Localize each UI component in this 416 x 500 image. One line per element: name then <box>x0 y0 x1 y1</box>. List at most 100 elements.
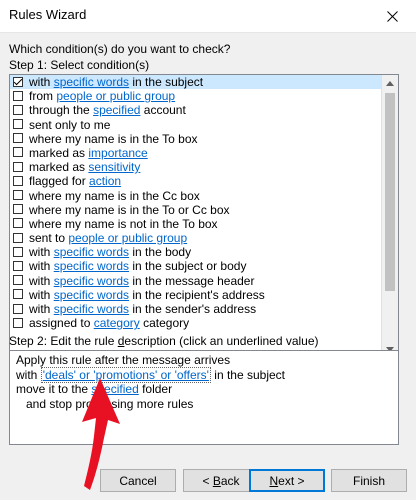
back-button[interactable]: < Back <box>183 469 259 492</box>
condition-link[interactable]: people or public group <box>68 231 187 245</box>
checkbox[interactable] <box>13 133 23 144</box>
step2-label-pre: Step 2: Edit the rule <box>9 334 118 348</box>
desc-line-1: Apply this rule after the message arrive… <box>16 353 231 367</box>
checkbox[interactable] <box>13 218 23 229</box>
conditions-scrollbar[interactable] <box>381 75 398 357</box>
condition-text: where my name is in the To or Cc box <box>29 202 230 217</box>
scroll-thumb[interactable] <box>385 93 395 291</box>
condition-link[interactable]: specific words <box>54 302 129 316</box>
condition-link[interactable]: sensitivity <box>88 160 140 174</box>
step1-label: Step 1: Select condition(s) <box>9 58 150 72</box>
condition-text: with <box>29 302 54 316</box>
button-row: Cancel < Back Next > Finish <box>0 469 416 495</box>
condition-link[interactable]: action <box>89 174 121 188</box>
checkbox[interactable] <box>13 190 23 200</box>
condition-text: in the subject <box>129 75 204 89</box>
step2-label-post: escription (click an underlined value) <box>124 334 319 348</box>
condition-item[interactable]: sent to people or public group <box>10 231 383 245</box>
condition-text: in the sender's address <box>129 302 257 316</box>
condition-text: with <box>29 75 54 89</box>
scroll-up-button[interactable] <box>382 75 398 91</box>
condition-link[interactable]: specified <box>93 103 140 117</box>
condition-text: assigned to <box>29 316 94 331</box>
close-button[interactable] <box>372 0 412 32</box>
desc-line-2-pre: with <box>16 367 41 382</box>
condition-text: through the <box>29 103 94 118</box>
checkbox[interactable] <box>13 104 23 115</box>
condition-link[interactable]: specific words <box>54 259 129 273</box>
condition-item[interactable]: marked as sensitivity <box>10 160 383 174</box>
chevron-up-icon <box>386 80 394 86</box>
condition-item[interactable]: where my name is in the Cc box <box>10 189 383 203</box>
condition-item[interactable]: where my name is in the To or Cc box <box>10 203 383 217</box>
checkbox[interactable] <box>13 161 23 172</box>
checkbox[interactable] <box>13 119 23 130</box>
conditions-list-items: with specific words in the subject from p… <box>10 75 383 330</box>
condition-link[interactable]: people or public group <box>56 89 175 103</box>
close-icon <box>386 10 398 22</box>
condition-text: marked as <box>29 145 89 160</box>
condition-text: marked as <box>29 160 89 175</box>
condition-text: category <box>139 316 190 331</box>
condition-item[interactable]: sent only to me <box>10 118 383 132</box>
back-chevron: < <box>202 473 213 488</box>
condition-item[interactable]: with specific words in the body <box>10 245 383 259</box>
condition-item[interactable]: from people or public group <box>10 89 383 103</box>
conditions-list[interactable]: with specific words in the subject from p… <box>9 74 399 358</box>
condition-text: account <box>140 103 186 118</box>
back-label: ack <box>220 473 240 488</box>
condition-item[interactable]: with specific words in the subject or bo… <box>10 259 383 273</box>
condition-item[interactable]: with specific words in the subject <box>10 75 383 90</box>
condition-link[interactable]: specific words <box>54 288 129 302</box>
checkbox[interactable] <box>13 204 23 215</box>
condition-item[interactable]: flagged for action <box>10 174 383 188</box>
condition-text: in the body <box>129 245 192 260</box>
condition-text: in the subject or body <box>129 259 247 274</box>
condition-text: in the recipient's address <box>129 287 265 302</box>
checkbox[interactable] <box>13 303 23 314</box>
desc-line-2-post: in the subject <box>210 367 285 382</box>
condition-text: with <box>29 273 54 288</box>
finish-button[interactable]: Finish <box>331 469 407 492</box>
condition-text: sent only to me <box>29 117 111 132</box>
condition-text: with <box>29 245 54 260</box>
condition-item[interactable]: marked as importance <box>10 146 383 160</box>
checkbox[interactable] <box>13 317 23 328</box>
condition-item[interactable]: with specific words in the message heade… <box>10 274 383 288</box>
checkbox[interactable] <box>13 246 23 257</box>
checkbox[interactable] <box>13 90 23 101</box>
condition-item[interactable]: where my name is not in the To box <box>10 217 383 231</box>
checkbox[interactable] <box>13 232 23 243</box>
checkbox[interactable] <box>13 289 23 300</box>
desc-line-3-post: folder <box>138 382 173 396</box>
condition-link[interactable]: category <box>94 316 140 330</box>
window-title: Rules Wizard <box>9 7 87 22</box>
condition-item[interactable]: through the specified account <box>10 103 383 117</box>
condition-text: where my name is in the To box <box>29 131 198 146</box>
condition-text: from <box>29 89 57 104</box>
checkbox[interactable] <box>13 175 23 186</box>
condition-text: in the message header <box>129 273 255 288</box>
condition-item[interactable]: where my name is in the To box <box>10 132 383 146</box>
next-button[interactable]: Next > <box>249 469 325 492</box>
rules-wizard-dialog: Which condition(s) do you want to check?… <box>0 33 416 500</box>
next-accel: N <box>269 473 279 488</box>
checkbox[interactable] <box>13 147 23 158</box>
condition-item[interactable]: with specific words in the recipient's a… <box>10 288 383 302</box>
condition-item[interactable]: with specific words in the sender's addr… <box>10 302 383 316</box>
condition-link[interactable]: specific words <box>54 245 129 259</box>
condition-link[interactable]: importance <box>88 146 147 160</box>
red-arrow-icon <box>82 378 120 490</box>
checkbox[interactable] <box>13 275 23 286</box>
back-accel: B <box>212 473 221 488</box>
condition-text: where my name is not in the To box <box>29 216 218 231</box>
condition-text: with <box>29 259 54 274</box>
checkbox[interactable] <box>13 76 23 87</box>
condition-link[interactable]: specific words <box>54 75 129 89</box>
question-label: Which condition(s) do you want to check? <box>9 42 231 56</box>
condition-text: flagged for <box>29 174 90 189</box>
next-label: ext > <box>278 473 305 488</box>
condition-link[interactable]: specific words <box>54 274 129 288</box>
condition-item[interactable]: assigned to category category <box>10 316 383 330</box>
checkbox[interactable] <box>13 260 23 271</box>
